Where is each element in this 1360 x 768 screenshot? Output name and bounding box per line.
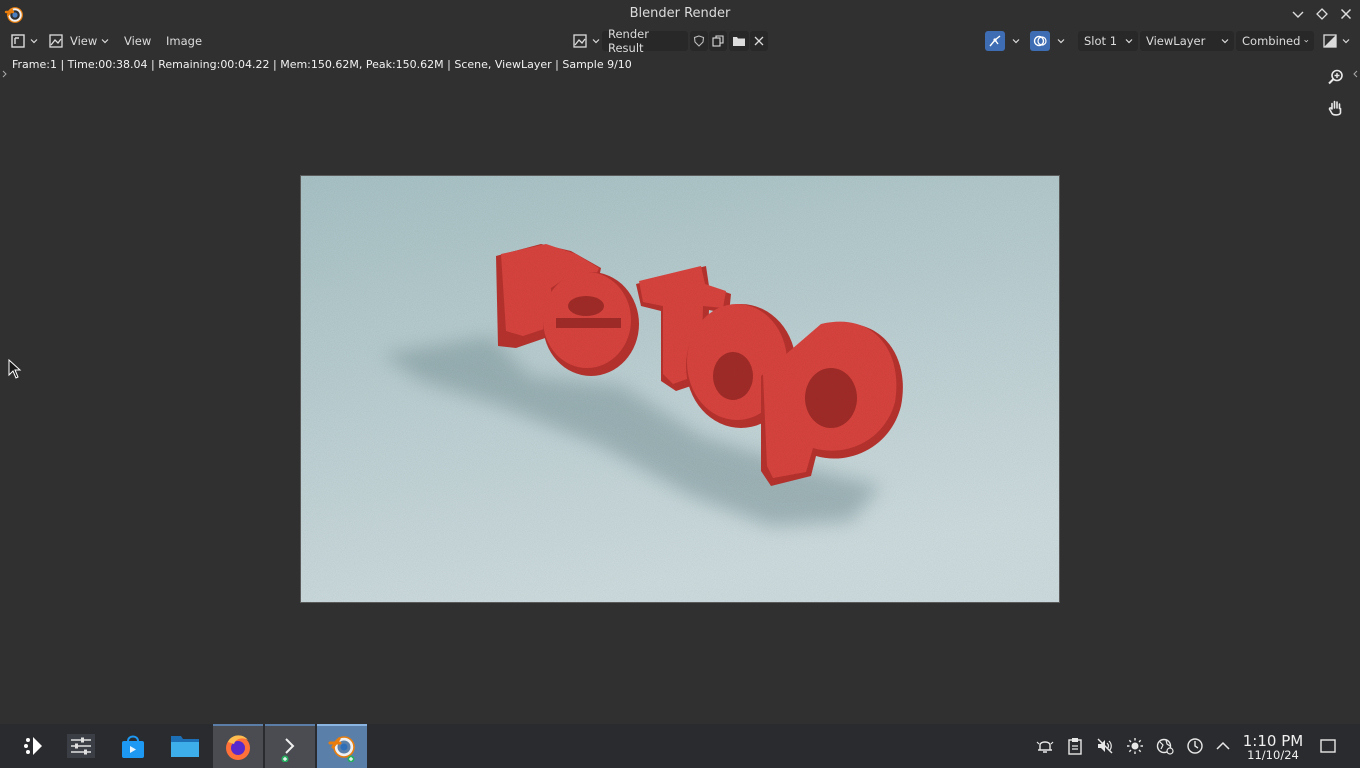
duplicate-icon xyxy=(712,35,724,47)
app-launcher-button[interactable] xyxy=(9,724,59,768)
taskbar xyxy=(0,724,1360,768)
file-manager-button[interactable] xyxy=(160,724,210,768)
mouse-cursor-icon xyxy=(8,359,22,379)
slot-label: Slot 1 xyxy=(1084,34,1118,48)
view-mode-label: View xyxy=(70,34,98,48)
shield-icon xyxy=(693,35,705,47)
window-title: Blender Render xyxy=(629,6,731,21)
open-image-button[interactable] xyxy=(729,31,749,51)
volume-muted-icon xyxy=(1097,738,1113,754)
chevron-down-icon xyxy=(592,39,600,44)
chevron-down-icon xyxy=(1012,39,1020,44)
gizmo-options-dropdown[interactable] xyxy=(1008,31,1020,51)
show-hidden-tray-button[interactable] xyxy=(1212,735,1234,757)
retap-3d-text xyxy=(301,176,1059,602)
chevron-down-icon xyxy=(1304,39,1309,43)
terminal-button[interactable] xyxy=(265,724,315,768)
menu-image[interactable]: Image xyxy=(162,31,206,51)
show-gizmo-button[interactable] xyxy=(985,31,1005,51)
clipboard-icon xyxy=(1068,738,1082,755)
minimize-button[interactable] xyxy=(1289,5,1307,23)
show-desktop-button[interactable] xyxy=(1317,735,1339,757)
clipboard-button[interactable] xyxy=(1064,735,1086,757)
image-editor-header: View View Image Render Result Slot 1 Vie… xyxy=(0,27,1360,55)
view-layer-dropdown[interactable]: ViewLayer xyxy=(1140,31,1234,51)
firefox-icon xyxy=(226,735,250,760)
power-icon xyxy=(1187,738,1203,754)
chevron-down-icon xyxy=(1221,39,1229,44)
brightness-icon xyxy=(1127,738,1143,754)
blender-taskbar-button[interactable] xyxy=(317,724,367,768)
editor-type-button[interactable] xyxy=(10,31,40,51)
folder-icon xyxy=(733,37,745,46)
overlays-icon xyxy=(1033,35,1047,47)
unlink-image-button[interactable] xyxy=(750,31,768,51)
system-settings-icon xyxy=(67,734,95,758)
close-icon xyxy=(1340,8,1352,20)
close-icon xyxy=(754,36,764,46)
notifications-button[interactable] xyxy=(1034,735,1056,757)
brightness-button[interactable] xyxy=(1124,735,1146,757)
zoom-in-icon xyxy=(1328,69,1343,85)
system-settings-button[interactable] xyxy=(56,724,106,768)
menu-view[interactable]: View xyxy=(120,31,155,51)
show-desktop-icon xyxy=(1320,739,1336,753)
blender-icon xyxy=(328,736,355,762)
diamond-icon xyxy=(1316,8,1328,20)
show-overlays-button[interactable] xyxy=(1030,31,1050,51)
image-view-icon xyxy=(49,34,63,48)
digital-clock[interactable]: 1:10 PM 11/10/24 xyxy=(1240,733,1306,762)
window-titlebar: Blender Render xyxy=(0,0,1360,28)
discover-store-icon xyxy=(122,735,144,758)
render-status-text: Frame:1 | Time:00:38.04 | Remaining:00:0… xyxy=(12,58,632,71)
chevron-down-icon xyxy=(1342,39,1350,44)
chevron-up-icon xyxy=(1216,741,1230,750)
gizmo-icon xyxy=(989,35,1001,47)
chevron-down-icon xyxy=(101,39,109,44)
close-button[interactable] xyxy=(1337,5,1355,23)
image-browse-icon xyxy=(573,34,587,48)
image-name-field[interactable]: Render Result xyxy=(602,27,688,55)
clock-time: 1:10 PM xyxy=(1242,732,1304,750)
volume-button[interactable] xyxy=(1094,735,1116,757)
pan-tool-button[interactable] xyxy=(1324,96,1348,120)
clock-date: 11/10/24 xyxy=(1247,748,1299,762)
image-editor-icon xyxy=(11,34,25,48)
render-result-image[interactable] xyxy=(300,175,1060,603)
app-launcher-icon xyxy=(24,737,42,755)
overlay-options-dropdown[interactable] xyxy=(1053,31,1065,51)
firefox-button[interactable] xyxy=(213,724,263,768)
render-pass-label: Combined xyxy=(1242,34,1301,48)
terminal-icon xyxy=(281,738,295,762)
chevron-down-icon xyxy=(1292,11,1304,18)
toolbar-expand-icon[interactable] xyxy=(2,70,8,78)
color-alpha-icon xyxy=(1323,34,1337,48)
maximize-button[interactable] xyxy=(1313,5,1331,23)
chevron-down-icon xyxy=(1057,39,1065,44)
view-mode-dropdown[interactable]: View xyxy=(48,31,112,51)
hand-icon xyxy=(1328,100,1342,116)
notifications-icon xyxy=(1036,741,1054,753)
render-pass-dropdown[interactable]: Combined xyxy=(1236,31,1314,51)
zoom-tool-button[interactable] xyxy=(1324,65,1348,89)
image-browse-button[interactable] xyxy=(572,31,600,51)
view-layer-label: ViewLayer xyxy=(1146,34,1206,48)
display-channels-dropdown[interactable] xyxy=(1322,31,1352,51)
new-image-button[interactable] xyxy=(709,31,727,51)
sidebar-expand-icon[interactable] xyxy=(1352,70,1358,78)
discover-store-button[interactable] xyxy=(108,724,158,768)
network-icon xyxy=(1156,738,1174,755)
network-button[interactable] xyxy=(1154,735,1176,757)
slot-dropdown[interactable]: Slot 1 xyxy=(1078,31,1138,51)
power-button[interactable] xyxy=(1184,735,1206,757)
chevron-down-icon xyxy=(1125,39,1133,44)
chevron-down-icon xyxy=(30,39,38,44)
fake-user-button[interactable] xyxy=(690,31,708,51)
file-manager-icon xyxy=(171,736,199,757)
